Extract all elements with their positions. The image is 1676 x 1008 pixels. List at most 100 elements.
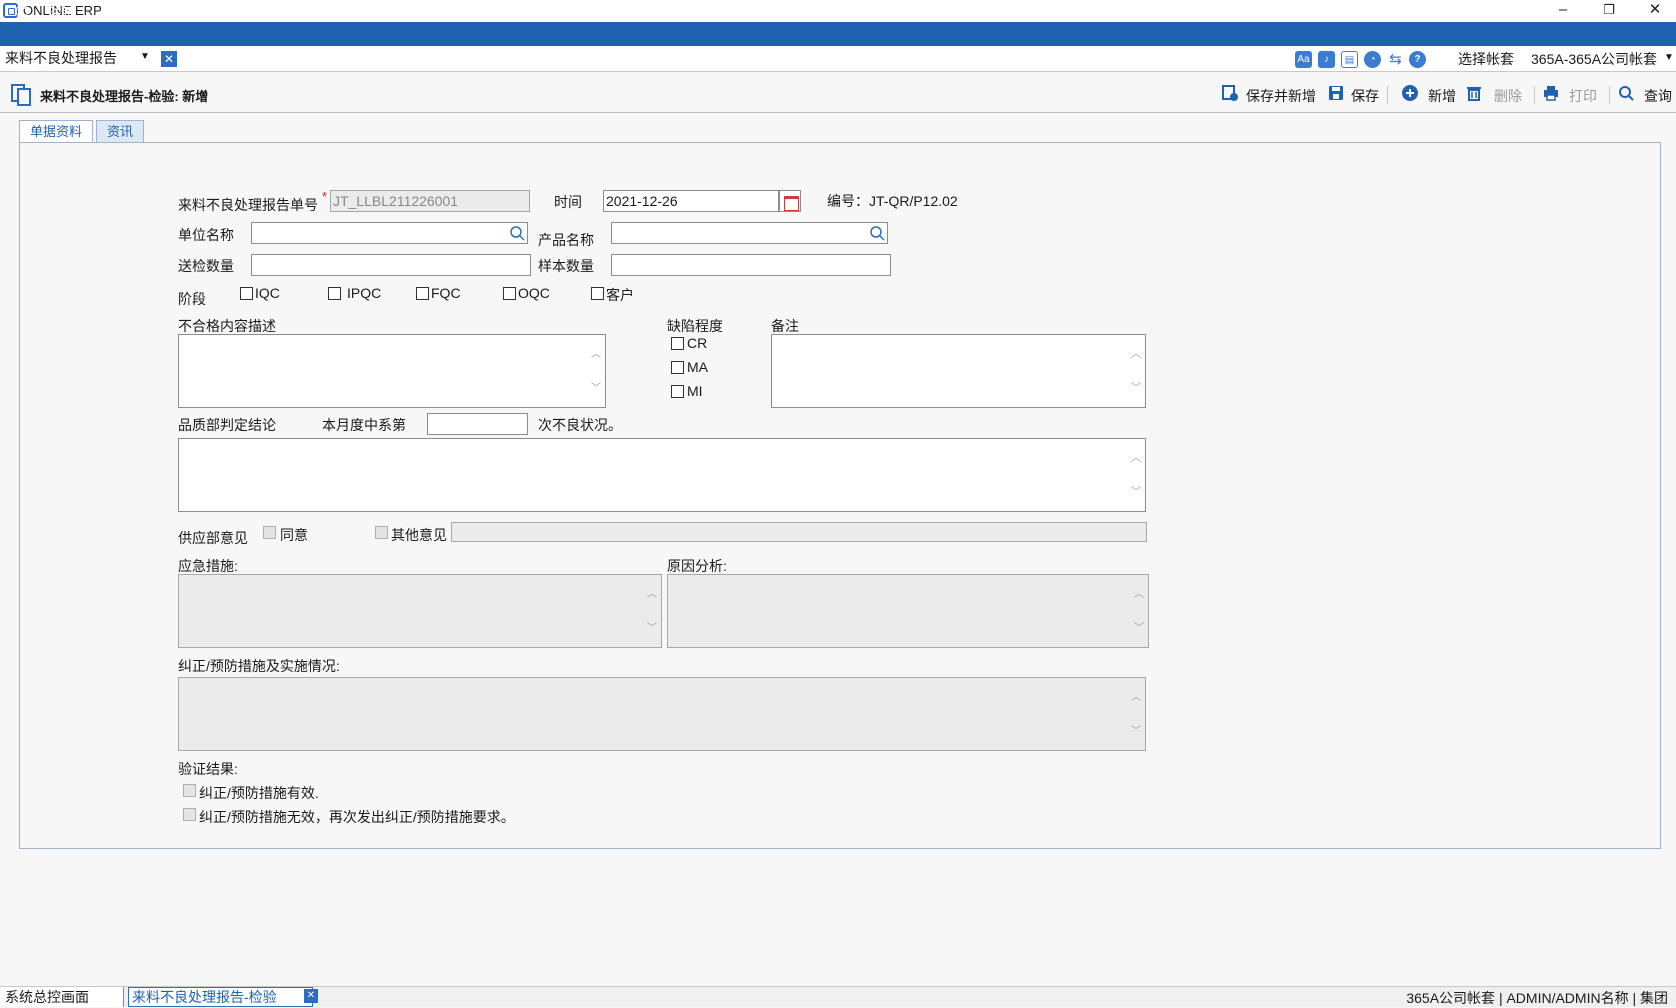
defect-level-label: 缺陷程度 <box>667 318 723 334</box>
add-button[interactable]: 新增 <box>1428 86 1456 106</box>
date-field[interactable]: 2021-12-26 <box>603 190 779 212</box>
product-search-icon[interactable] <box>866 222 888 244</box>
menu-item-01[interactable]: 01 <box>15 3 31 19</box>
sample-qty-field[interactable] <box>611 254 891 276</box>
tab-document-info[interactable]: 单据资料 <box>19 120 94 143</box>
unit-name-field[interactable] <box>251 222 507 244</box>
save-button[interactable]: 保存 <box>1351 86 1379 106</box>
agree-checkbox[interactable] <box>263 526 276 539</box>
product-name-field[interactable] <box>611 222 867 244</box>
scroll-up-icon[interactable]: ︿ <box>590 349 602 361</box>
month-count-suffix: 次不良状况。 <box>538 417 622 433</box>
other-opinion-checkbox[interactable] <box>375 526 388 539</box>
close-button[interactable]: ✕ <box>1632 0 1676 22</box>
scroll-up-icon[interactable]: ︿ <box>1133 589 1145 601</box>
defect-ma-checkbox[interactable] <box>671 361 684 374</box>
quality-conclusion-label: 品质部判定结论 <box>178 417 276 433</box>
quality-conclusion-textarea[interactable]: ︿ ﹀ <box>178 438 1146 512</box>
stage-customer-checkbox[interactable] <box>591 287 604 300</box>
stage-label: 阶段 <box>178 291 206 307</box>
add-icon[interactable] <box>1402 85 1418 101</box>
scroll-up-icon[interactable]: ︿ <box>1130 349 1142 361</box>
music-icon[interactable]: ♪ <box>1318 51 1335 68</box>
delete-button[interactable]: 删除 <box>1494 86 1522 106</box>
month-count-field[interactable] <box>427 413 528 435</box>
form-title: 来料不良处理报告-检验: 新增 <box>40 89 209 104</box>
unit-search-icon[interactable] <box>506 222 528 244</box>
print-icon[interactable] <box>1543 85 1559 101</box>
form-header <box>0 73 1676 113</box>
font-icon[interactable]: Aa <box>1295 51 1312 68</box>
save-new-icon[interactable] <box>1222 85 1238 101</box>
toolbar-divider <box>1387 86 1388 104</box>
report-no-field[interactable]: JT_LLBL211226001 <box>330 190 530 212</box>
required-mark: * <box>322 189 328 204</box>
query-button[interactable]: 查询 <box>1644 86 1672 106</box>
stage-iqc-checkbox[interactable] <box>240 287 253 300</box>
product-name-label: 产品名称 <box>538 232 594 248</box>
dashboard-icon[interactable]: ◔ <box>1364 51 1381 68</box>
scroll-down-icon[interactable]: ﹀ <box>1130 726 1142 738</box>
help-icon[interactable]: ? <box>1409 51 1426 68</box>
cause-textarea[interactable]: ︿ ﹀ <box>667 574 1149 648</box>
minimize-button[interactable]: – <box>1540 0 1586 22</box>
remark-label: 备注 <box>771 318 799 334</box>
emergency-textarea[interactable]: ︿ ﹀ <box>178 574 662 648</box>
taskbar-current-form[interactable]: 来料不良处理报告-检验 <box>128 987 313 1007</box>
scroll-up-icon[interactable]: ︿ <box>1130 692 1142 704</box>
scroll-down-icon[interactable]: ﹀ <box>646 623 658 635</box>
stage-iqc-label: IQC <box>255 285 280 301</box>
menu-item-logout[interactable]: 注销 <box>48 3 76 23</box>
other-opinion-field[interactable] <box>451 522 1147 542</box>
close-document-icon[interactable]: ✕ <box>161 51 177 67</box>
title-bar <box>0 0 1676 22</box>
print-button[interactable]: 打印 <box>1569 86 1597 106</box>
remark-textarea[interactable]: ︿ ﹀ <box>771 334 1146 408</box>
taskbar-home[interactable]: 系统总控画面 <box>0 987 124 1007</box>
scroll-up-icon[interactable]: ︿ <box>1130 453 1142 465</box>
verify-valid-checkbox[interactable] <box>183 784 196 797</box>
defect-ma-label: MA <box>687 359 708 375</box>
scroll-down-icon[interactable]: ﹀ <box>590 383 602 395</box>
chevron-down-icon[interactable]: ▼ <box>1664 52 1674 63</box>
chevron-down-icon[interactable]: ▼ <box>140 51 150 62</box>
stage-oqc-checkbox[interactable] <box>503 287 516 300</box>
stage-fqc-label: FQC <box>431 285 461 301</box>
delete-icon[interactable] <box>1466 85 1482 101</box>
copy-document-icon <box>11 84 31 106</box>
sync-icon[interactable]: ⇆ <box>1387 51 1404 68</box>
nonconform-desc-textarea[interactable]: ︿ ﹀ <box>178 334 606 408</box>
scroll-up-icon[interactable]: ︿ <box>646 589 658 601</box>
verify-valid-label: 纠正/预防措施有效. <box>199 785 319 801</box>
defect-cr-checkbox[interactable] <box>671 337 684 350</box>
toolbar-divider <box>1609 86 1610 104</box>
verify-label: 验证结果: <box>178 761 238 777</box>
stage-ipqc-label: IPQC <box>347 285 382 301</box>
scroll-down-icon[interactable]: ﹀ <box>1133 623 1145 635</box>
status-info: 365A公司帐套 | ADMIN/ADMIN名称 | 集团 <box>1406 990 1668 1006</box>
tab-info[interactable]: 资讯 <box>96 120 145 143</box>
inspect-qty-field[interactable] <box>251 254 531 276</box>
save-new-button[interactable]: 保存并新增 <box>1246 86 1316 106</box>
corrective-textarea[interactable]: ︿ ﹀ <box>178 677 1146 751</box>
scroll-down-icon[interactable]: ﹀ <box>1130 487 1142 499</box>
stage-oqc-label: OQC <box>518 285 550 301</box>
defect-mi-checkbox[interactable] <box>671 385 684 398</box>
save-icon[interactable] <box>1328 85 1344 101</box>
other-opinion-label: 其他意见 <box>391 527 447 543</box>
search-icon[interactable] <box>1618 85 1634 101</box>
verify-invalid-checkbox[interactable] <box>183 808 196 821</box>
close-task-icon[interactable]: ✕ <box>304 989 318 1003</box>
document-selector[interactable]: 来料不良处理报告 <box>5 48 117 68</box>
sample-qty-label: 样本数量 <box>538 258 594 274</box>
account-selector[interactable]: 365A-365A公司帐套 <box>1531 49 1657 69</box>
calendar-icon[interactable]: ▤ <box>1341 51 1358 68</box>
verify-invalid-label: 纠正/预防措施无效，再次发出纠正/预防措施要求。 <box>199 809 515 825</box>
calendar-icon[interactable] <box>779 190 801 212</box>
stage-ipqc-checkbox[interactable] <box>328 287 341 300</box>
restore-button[interactable]: ❐ <box>1586 0 1632 22</box>
date-label: 时间 <box>554 194 582 210</box>
stage-fqc-checkbox[interactable] <box>416 287 429 300</box>
account-label: 选择帐套 <box>1458 51 1514 67</box>
scroll-down-icon[interactable]: ﹀ <box>1130 383 1142 395</box>
